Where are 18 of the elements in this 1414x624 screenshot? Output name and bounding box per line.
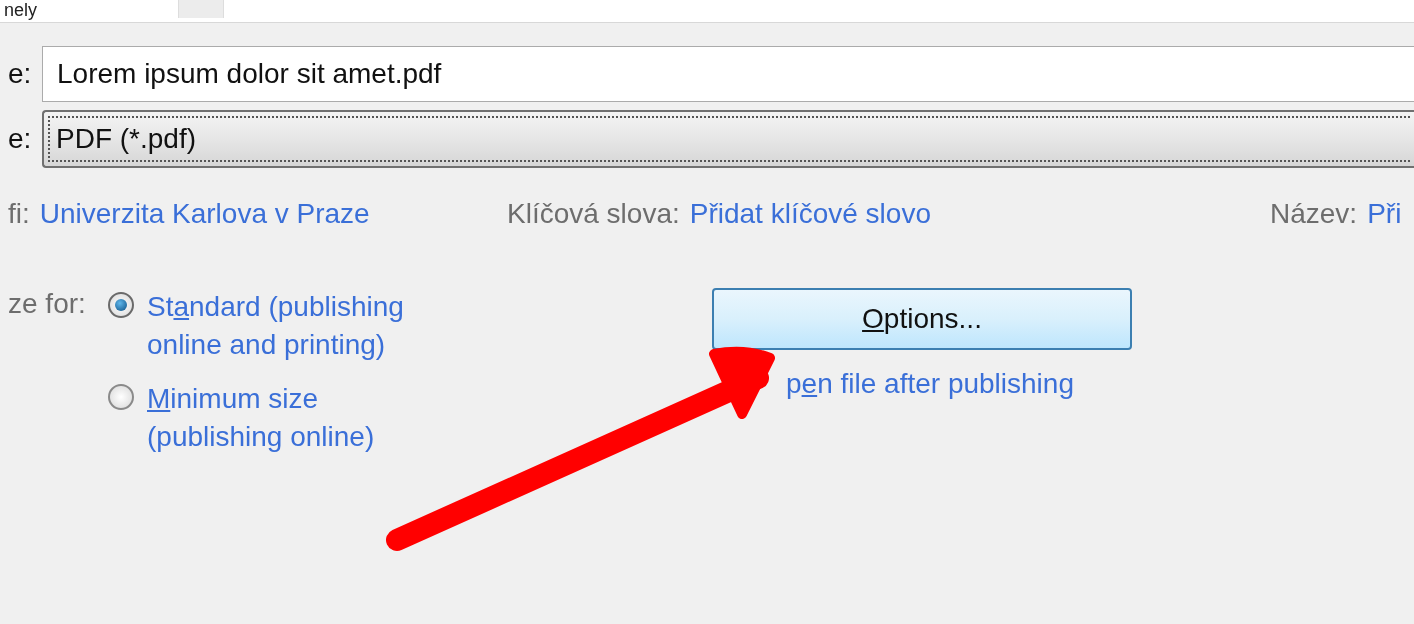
metadata-label: Klíčová slova: xyxy=(507,198,680,230)
file-type-dropdown[interactable]: PDF (*.pdf) xyxy=(42,110,1414,168)
checkbox-label[interactable]: pen file after publishing xyxy=(786,368,1074,400)
radio-label[interactable]: Standard (publishing online and printing) xyxy=(147,288,447,364)
panel-label: nely xyxy=(4,0,38,21)
file-type-label: e: xyxy=(8,123,33,155)
radio-label[interactable]: Minimum size (publishing online) xyxy=(147,380,447,456)
metadata-label: Název: xyxy=(1270,198,1358,230)
file-name-label: e: xyxy=(8,58,33,90)
radio-button[interactable] xyxy=(108,384,134,410)
optimize-label: ze for: xyxy=(8,288,87,321)
metadata-link[interactable]: Při xyxy=(1367,198,1402,230)
file-name-field[interactable]: Lorem ipsum dolor sit amet.pdf xyxy=(42,46,1414,102)
metadata-link[interactable]: Přidat klíčové slovo xyxy=(689,198,931,230)
radio-button[interactable] xyxy=(108,292,134,318)
options-button[interactable]: Options... xyxy=(712,288,1132,350)
metadata-label: fi: xyxy=(8,198,30,230)
metadata-link[interactable]: Univerzita Karlova v Praze xyxy=(39,198,370,230)
